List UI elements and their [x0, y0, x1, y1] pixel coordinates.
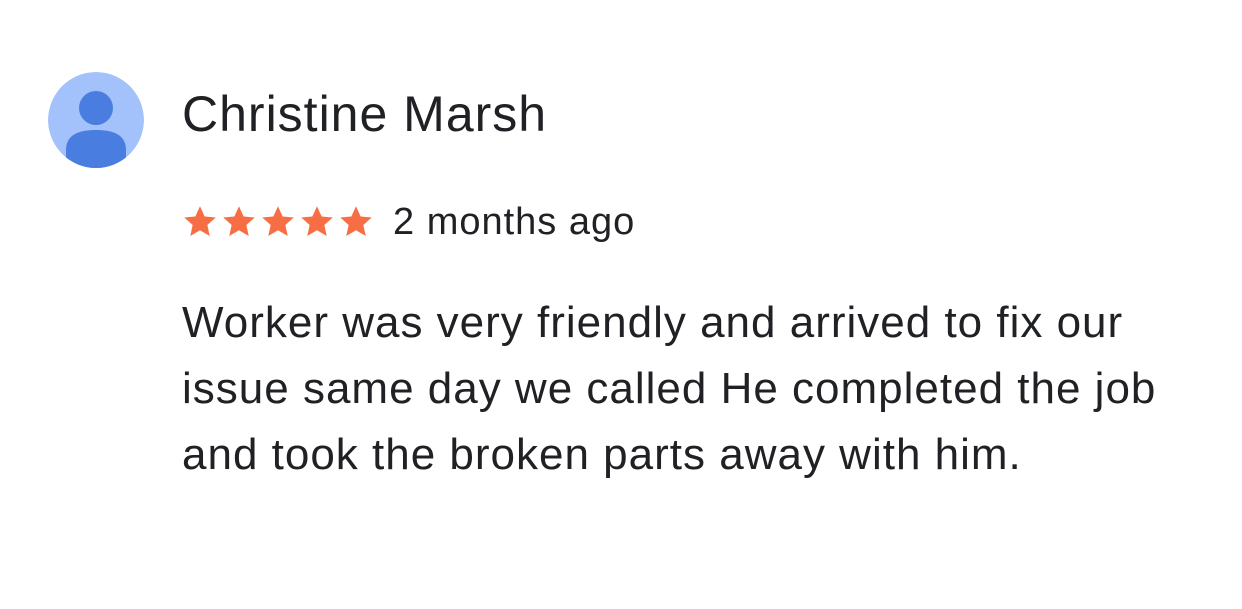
star-icon	[262, 206, 294, 236]
star-icon	[301, 206, 333, 236]
review-card: Christine Marsh 2 months ago Worker was …	[0, 0, 1242, 609]
review-text: Worker was very friendly and arrived to …	[182, 298, 1157, 479]
star-icon	[184, 206, 216, 236]
review-time: 2 months ago	[393, 201, 636, 243]
star-rating	[182, 204, 377, 240]
reviewer-name[interactable]: Christine Marsh	[182, 84, 547, 144]
person-icon	[48, 72, 144, 168]
review-meta: 2 months ago	[182, 200, 635, 244]
star-icon	[340, 206, 372, 236]
star-icon	[223, 206, 255, 236]
reviewer-avatar[interactable]	[48, 72, 144, 168]
